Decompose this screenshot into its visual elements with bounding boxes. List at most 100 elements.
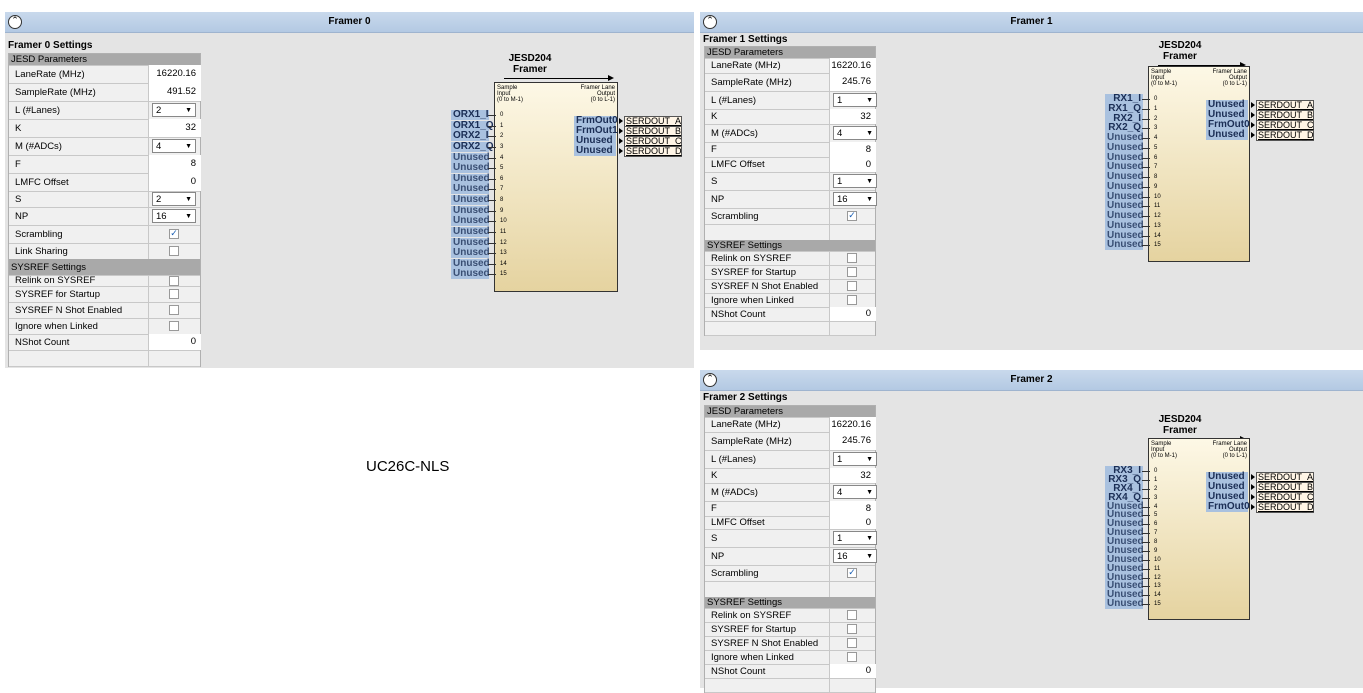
value-field[interactable]: 16220.16 (148, 65, 201, 83)
dropdown-select[interactable]: 16 ▼ (833, 549, 877, 563)
value-field[interactable]: 16220.16 (829, 417, 876, 432)
dropdown-select[interactable]: 16 ▼ (833, 192, 877, 206)
pin-number: 9 (500, 207, 504, 214)
row-label: K (711, 470, 718, 481)
value-field[interactable]: 16220.16 (829, 58, 876, 73)
row-label: M (#ADCs) (15, 140, 62, 152)
chevron-down-icon: ▼ (866, 535, 873, 542)
dropdown-select[interactable]: 4 ▼ (833, 485, 877, 499)
input-connector (1142, 533, 1150, 535)
row-label: LMFC Offset (711, 517, 765, 528)
checkbox[interactable] (847, 253, 857, 263)
row-label: Relink on SYSREF (711, 609, 792, 621)
checkbox[interactable] (847, 624, 857, 634)
dropdown-select[interactable]: 2 ▼ (152, 103, 196, 117)
value-field[interactable]: 0 (829, 664, 876, 678)
value-field[interactable]: 245.76 (829, 432, 876, 450)
pin-number: 3 (500, 143, 504, 150)
checkbox[interactable] (169, 275, 179, 286)
settings-row: SampleRate (MHz) 491.52 (9, 83, 201, 102)
value-field[interactable]: 0 (829, 157, 876, 172)
row-label: JESD Parameters (11, 54, 88, 65)
dropdown-select[interactable]: 1 ▼ (833, 93, 877, 107)
value-field[interactable]: 0 (829, 516, 876, 529)
pin-number: 15 (1154, 601, 1161, 608)
dropdown-select[interactable]: 1 ▼ (833, 531, 877, 545)
settings-row: M (#ADCs) 4 ▼ (9, 137, 200, 156)
input-connector (1142, 216, 1150, 217)
row-label: LMFC Offset (711, 159, 765, 170)
column-divider (829, 529, 830, 547)
checkbox[interactable] (169, 321, 179, 331)
value-field[interactable]: 8 (829, 142, 876, 157)
pin-number: 10 (1154, 193, 1161, 200)
checkbox[interactable] (169, 246, 179, 256)
column-divider (829, 265, 830, 279)
checkbox[interactable] (847, 295, 857, 305)
input-connector (488, 125, 496, 127)
pin-number: 3 (1154, 494, 1158, 501)
dropdown-select[interactable]: 1 ▼ (833, 452, 877, 466)
pin-number: 10 (500, 218, 507, 225)
value-field[interactable]: 0 (148, 173, 201, 191)
checkbox[interactable] (169, 289, 179, 299)
framer-block: Sample Input (0 to M-1) Framer Lane Outpu… (494, 82, 618, 292)
column-divider (829, 279, 830, 293)
value-field[interactable]: 32 (829, 109, 876, 124)
settings-row: SYSREF for Startup (705, 622, 875, 637)
dropdown-select[interactable]: 2 ▼ (152, 192, 196, 206)
column-divider (829, 450, 830, 468)
pin-number: 1 (500, 122, 504, 129)
jesd-title: JESD204 Framer (1150, 40, 1210, 62)
dropdown-select[interactable]: 16 ▼ (152, 209, 196, 223)
checkbox[interactable] (847, 638, 857, 648)
checkbox[interactable] (169, 305, 179, 315)
input-connector (488, 189, 496, 191)
checkbox[interactable] (847, 267, 857, 277)
row-label: Relink on SYSREF (711, 252, 792, 264)
output-arrow-icon (619, 118, 623, 124)
checkbox[interactable] (847, 610, 857, 620)
checkbox[interactable] (847, 652, 857, 662)
settings-row: L (#Lanes) 2 ▼ (9, 101, 200, 120)
output-header: Framer Lane Output (0 to L-1) (1212, 69, 1247, 87)
dropdown-select[interactable]: 4 ▼ (833, 126, 877, 140)
row-label: S (711, 532, 718, 544)
output-header: Framer Lane Output (0 to L-1) (580, 85, 615, 103)
pin-number: 7 (1154, 164, 1158, 171)
settings-grid: JESD Parameters LaneRate (MHz) 16220.16 Sam… (704, 405, 877, 693)
value-field[interactable]: 0 (148, 334, 201, 350)
input-label: Unused (451, 215, 490, 227)
jesd-title: JESD204 Framer (500, 53, 560, 75)
value-field[interactable]: 491.52 (148, 83, 201, 101)
column-divider (829, 172, 830, 190)
value-field[interactable]: 32 (148, 119, 201, 137)
value-field[interactable]: 245.76 (829, 73, 876, 91)
settings-row: SampleRate (MHz) 245.76 (705, 432, 876, 451)
dropdown-value: 16 (837, 194, 848, 205)
jesd-title-line1: JESD204 (1158, 414, 1202, 425)
value-field[interactable]: 32 (829, 468, 876, 483)
input-label: Unused (451, 183, 490, 195)
value-field[interactable]: 8 (829, 501, 876, 516)
checkbox[interactable]: ✓ (169, 229, 179, 239)
dropdown-select[interactable]: 4 ▼ (152, 139, 196, 153)
dropdown-select[interactable]: 1 ▼ (833, 174, 877, 188)
checkbox[interactable]: ✓ (847, 568, 857, 578)
settings-row: L (#Lanes) 1 ▼ (705, 450, 877, 469)
pin-number: 7 (1154, 530, 1158, 537)
arrow-head-icon (608, 75, 614, 81)
checkbox[interactable] (847, 281, 857, 291)
pin-number: 3 (1154, 125, 1158, 132)
checkbox[interactable]: ✓ (847, 211, 857, 221)
value-field[interactable]: 8 (148, 155, 201, 173)
pin-number: 11 (500, 228, 507, 235)
input-label: Unused (451, 268, 490, 280)
chevron-down-icon: ▼ (866, 196, 873, 203)
row-label: NP (711, 193, 725, 205)
value-field[interactable]: 0 (829, 307, 876, 321)
dropdown-value: 2 (156, 105, 162, 116)
row-label: M (#ADCs) (711, 486, 758, 498)
chevron-down-icon: ▼ (866, 489, 873, 496)
row-label: SampleRate (MHz) (711, 435, 792, 447)
